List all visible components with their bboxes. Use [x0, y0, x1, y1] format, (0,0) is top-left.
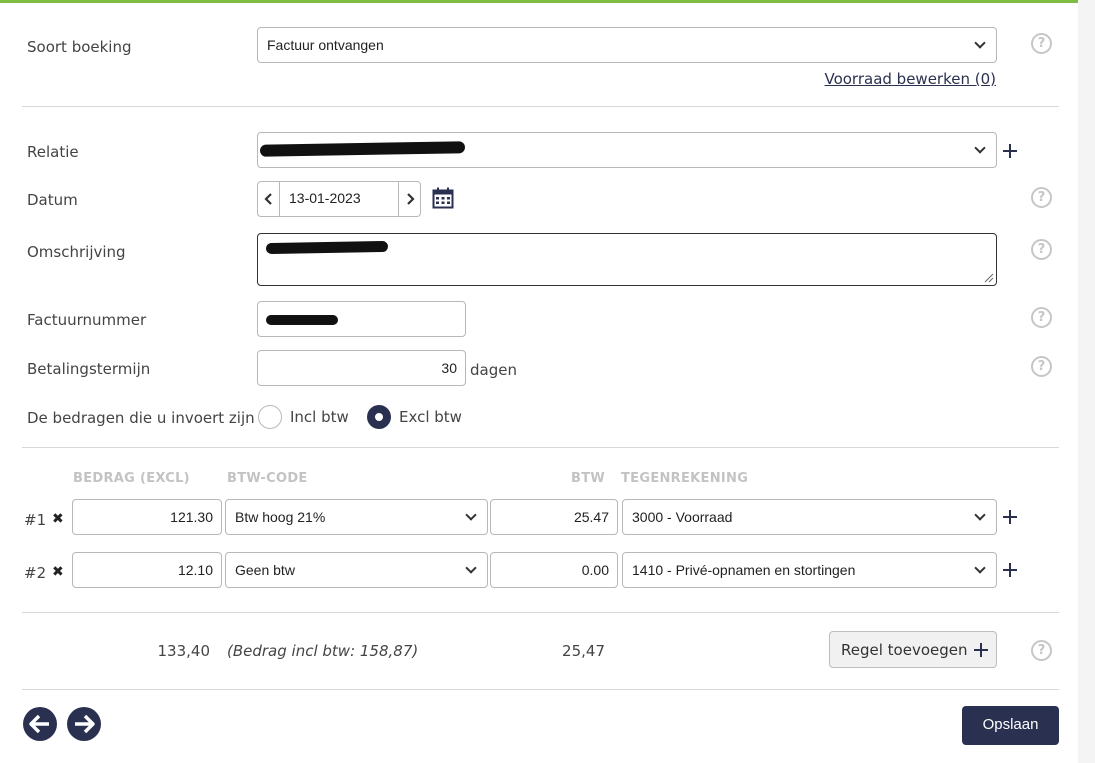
- help-icon[interactable]: ?: [1031, 307, 1052, 328]
- soort-boeking-value: Factuur ontvangen: [267, 37, 384, 53]
- redacted-mark: [265, 240, 389, 255]
- bedrag-input[interactable]: 12.10: [72, 552, 222, 588]
- bedrag-input[interactable]: 121.30: [72, 499, 222, 535]
- tegenrekening-select[interactable]: 1410 - Privé-opnamen en stortingen: [622, 552, 997, 588]
- dagen-unit: dagen: [470, 361, 517, 379]
- omschrijving-textarea[interactable]: [257, 233, 997, 286]
- chevron-down-icon: [974, 509, 986, 521]
- next-day-button[interactable]: [398, 182, 420, 216]
- regel-toevoegen-label: Regel toevoegen: [841, 641, 968, 659]
- chevron-down-icon: [974, 142, 986, 154]
- excl-btw-radio[interactable]: [367, 405, 391, 429]
- relatie-label: Relatie: [27, 143, 79, 161]
- btw-code-value: Geen btw: [235, 562, 295, 578]
- betalingstermijn-label: Betalingstermijn: [27, 360, 151, 378]
- voorraad-bewerken-link[interactable]: Voorraad bewerken (0): [824, 70, 996, 88]
- col-btw-code-header: BTW-CODE: [227, 471, 308, 486]
- btw-code-select[interactable]: Geen btw: [225, 552, 488, 588]
- arrow-right-icon: [75, 714, 95, 734]
- chevron-down-icon: [974, 37, 986, 49]
- add-relatie-plus-icon[interactable]: [1003, 144, 1017, 158]
- calendar-icon[interactable]: [432, 187, 454, 209]
- bedrag-value: 121.30: [170, 509, 213, 525]
- opslaan-label: Opslaan: [982, 716, 1039, 733]
- divider: [22, 106, 1059, 107]
- bedragen-mode-label: De bedragen die u invoert zijn: [27, 409, 255, 427]
- divider: [22, 447, 1059, 448]
- opslaan-button[interactable]: Opslaan: [962, 706, 1059, 745]
- help-icon[interactable]: ?: [1031, 640, 1052, 661]
- row-index: #1: [24, 511, 47, 529]
- remove-row-icon[interactable]: ✖: [52, 564, 64, 580]
- col-bedrag-header: BEDRAG (EXCL): [73, 471, 190, 486]
- total-btw: 25,47: [562, 642, 605, 660]
- incl-btw-label[interactable]: Incl btw: [290, 408, 349, 426]
- chevron-down-icon: [465, 562, 477, 574]
- redacted-mark: [266, 315, 338, 325]
- divider: [22, 612, 1059, 613]
- add-rekening-plus-icon[interactable]: [1003, 563, 1017, 577]
- chevron-down-icon: [465, 509, 477, 521]
- chevron-right-icon: [407, 193, 415, 205]
- btw-value: 0.00: [581, 562, 609, 578]
- remove-row-icon[interactable]: ✖: [52, 511, 64, 527]
- soort-boeking-label: Soort boeking: [27, 38, 132, 56]
- col-btw-header: BTW: [571, 471, 606, 486]
- factuurnummer-input[interactable]: [257, 301, 466, 337]
- help-icon[interactable]: ?: [1031, 187, 1052, 208]
- tegenrekening-value: 1410 - Privé-opnamen en stortingen: [632, 562, 856, 578]
- divider: [22, 689, 1059, 690]
- help-icon[interactable]: ?: [1031, 239, 1052, 260]
- arrow-left-icon: [29, 714, 49, 734]
- datum-value[interactable]: 13-01-2023: [289, 190, 361, 206]
- btw-input[interactable]: 0.00: [490, 552, 618, 588]
- help-icon[interactable]: ?: [1031, 356, 1052, 377]
- regel-toevoegen-button[interactable]: Regel toevoegen: [829, 631, 997, 668]
- btw-input[interactable]: 25.47: [490, 499, 618, 535]
- excl-btw-label[interactable]: Excl btw: [399, 408, 462, 426]
- help-icon[interactable]: ?: [1031, 33, 1052, 54]
- betalingstermijn-value: 30: [441, 360, 457, 376]
- chevron-left-icon: [264, 193, 272, 205]
- row-index: #2: [24, 564, 47, 582]
- plus-icon: [974, 643, 988, 657]
- redacted-mark: [259, 141, 466, 157]
- chevron-down-icon: [974, 562, 986, 574]
- relatie-select[interactable]: [257, 132, 997, 168]
- add-rekening-plus-icon[interactable]: [1003, 510, 1017, 524]
- total-bedrag: 133,40: [157, 642, 211, 660]
- factuurnummer-label: Factuurnummer: [27, 311, 147, 329]
- total-incl-note: (Bedrag incl btw: 158,87): [227, 642, 419, 660]
- btw-code-value: Btw hoog 21%: [235, 509, 326, 525]
- tegenrekening-select[interactable]: 3000 - Voorraad: [622, 499, 997, 535]
- next-arrow-button[interactable]: [67, 707, 101, 741]
- datum-label: Datum: [27, 191, 78, 209]
- btw-code-select[interactable]: Btw hoog 21%: [225, 499, 488, 535]
- bedrag-value: 12.10: [177, 562, 213, 578]
- tegenrekening-value: 3000 - Voorraad: [632, 509, 733, 525]
- prev-day-button[interactable]: [258, 182, 280, 216]
- col-tegenrekening-header: TEGENREKENING: [621, 471, 749, 486]
- soort-boeking-select[interactable]: Factuur ontvangen: [257, 27, 997, 63]
- radio-selected-dot: [375, 413, 383, 421]
- omschrijving-label: Omschrijving: [27, 243, 126, 261]
- booking-form-panel: Soort boeking Factuur ontvangen ? Voorra…: [0, 0, 1078, 763]
- betalingstermijn-input[interactable]: 30: [257, 350, 466, 386]
- datum-field: 13-01-2023: [257, 181, 421, 217]
- incl-btw-radio[interactable]: [258, 405, 282, 429]
- resize-handle-icon: [984, 273, 994, 283]
- btw-value: 25.47: [573, 509, 609, 525]
- prev-arrow-button[interactable]: [23, 707, 57, 741]
